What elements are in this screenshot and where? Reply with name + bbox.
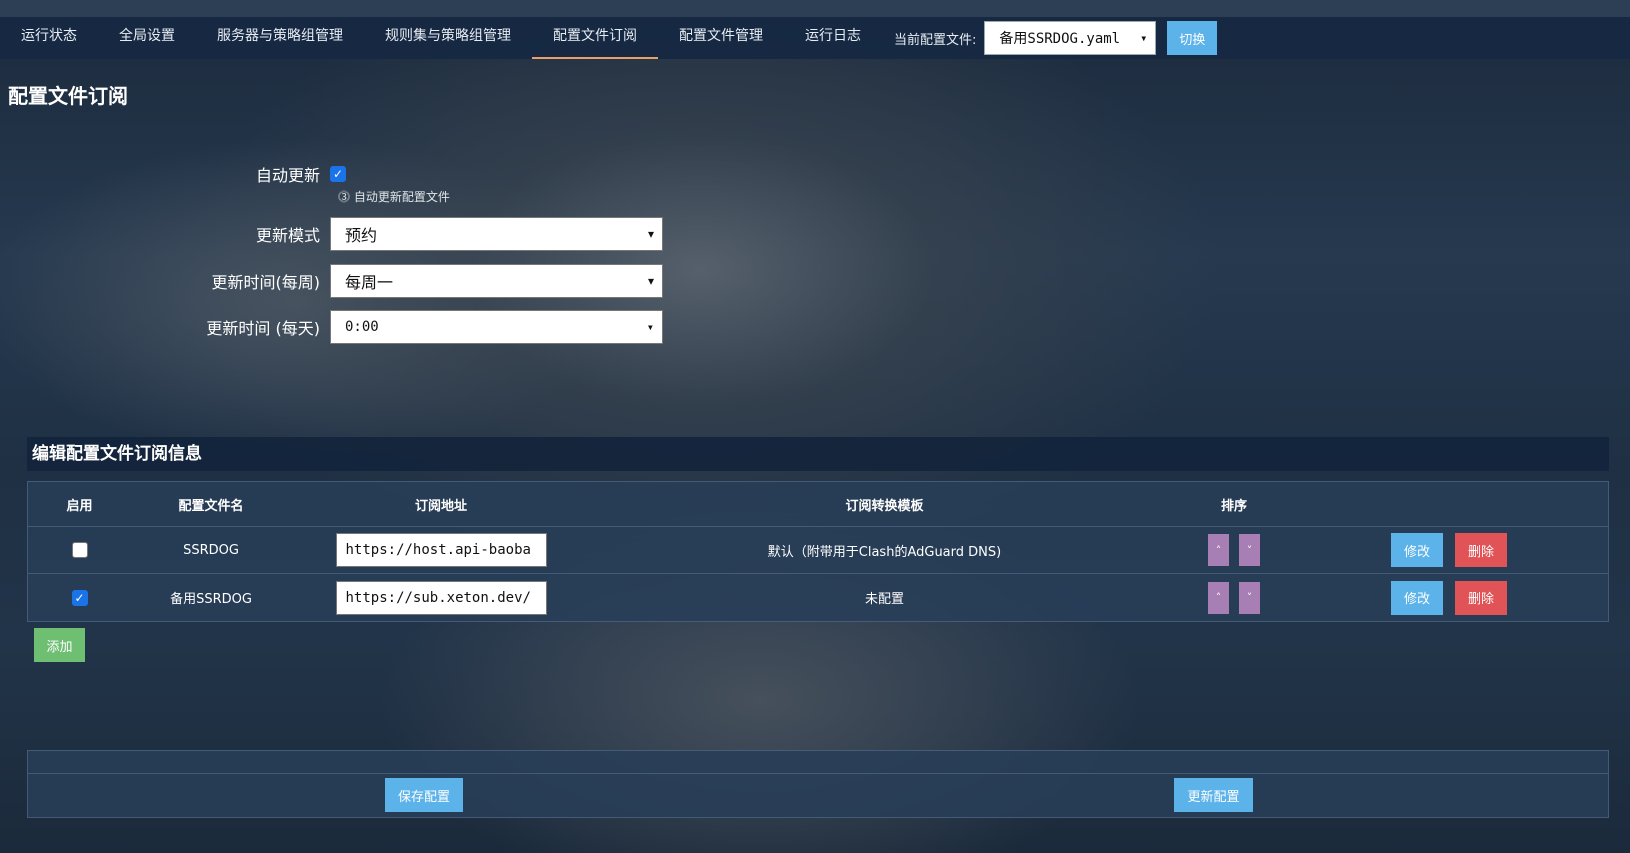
col-name: 配置文件名: [178, 498, 244, 514]
weekly-time-select[interactable]: 每周一 ▾: [330, 264, 663, 298]
sort-down-button[interactable]: ˅: [1239, 581, 1260, 614]
auto-update-row: 自动更新 ✓: [0, 162, 346, 186]
row-template: 未配置: [864, 592, 904, 607]
save-config-button[interactable]: 保存配置: [385, 778, 463, 812]
table-header: 启用 配置文件名 订阅地址 订阅转换模板 排序: [28, 482, 1608, 527]
footer-divider: [28, 751, 1608, 774]
daily-time-select[interactable]: 0:00 ▾: [330, 310, 663, 344]
row-url-input[interactable]: https://sub.xeton.dev/: [335, 580, 547, 615]
col-template: 订阅转换模板: [845, 498, 924, 514]
auto-update-hint: ⓷ 自动更新配置文件: [338, 190, 450, 204]
chevron-down-icon: ▾: [647, 227, 654, 241]
nav-tab-global-settings[interactable]: 全局设置: [98, 17, 196, 59]
sort-up-button[interactable]: ˄: [1208, 581, 1229, 614]
top-nav: 运行状态 全局设置 服务器与策略组管理 规则集与策略组管理 配置文件订阅 配置文…: [0, 17, 1630, 59]
auto-update-label: 自动更新: [255, 166, 320, 185]
row-config-name: 备用SSRDOG: [170, 592, 252, 607]
update-mode-row: 更新模式 预约 ▾: [0, 217, 663, 251]
page-title: 配置文件订阅: [8, 84, 128, 108]
table-row: SSRDOG https://host.api-baoba 默认（附带用于Cla…: [28, 527, 1608, 574]
switch-config-button[interactable]: 切换: [1167, 21, 1218, 55]
nav-tab-rules[interactable]: 规则集与策略组管理: [364, 17, 532, 59]
weekly-time-label: 更新时间(每周): [211, 273, 321, 292]
chevron-down-icon: ▾: [1140, 31, 1148, 45]
row-url-input[interactable]: https://host.api-baoba: [335, 533, 547, 567]
daily-time-row: 更新时间 (每天) 0:00 ▾: [0, 310, 663, 344]
daily-time-value: 0:00: [345, 319, 379, 335]
subscription-table: 启用 配置文件名 订阅地址 订阅转换模板 排序 SSRDOG https://h…: [27, 481, 1609, 622]
delete-button[interactable]: 删除: [1455, 580, 1507, 615]
current-config-value: 备用SSRDOG.yaml: [999, 31, 1121, 47]
add-subscription-button[interactable]: 添加: [34, 628, 85, 662]
footer-actions: 保存配置 更新配置: [27, 750, 1609, 818]
update-mode-value: 预约: [345, 226, 378, 245]
window-top-strip: [0, 0, 1630, 17]
sort-up-button[interactable]: ˄: [1208, 534, 1229, 566]
auto-update-checkbox[interactable]: ✓: [330, 166, 346, 182]
nav-tab-config-subscription[interactable]: 配置文件订阅: [532, 17, 658, 59]
row-enabled-checkbox[interactable]: ✓: [71, 589, 88, 606]
subscription-section-title: 编辑配置文件订阅信息: [27, 437, 1609, 471]
current-config-select[interactable]: 备用SSRDOG.yaml ▾: [984, 21, 1157, 55]
row-enabled-checkbox[interactable]: [71, 542, 88, 558]
table-row: ✓ 备用SSRDOG https://sub.xeton.dev/ 未配置 ˄ …: [28, 574, 1608, 621]
weekly-time-value: 每周一: [345, 273, 394, 292]
nav-tab-config-management[interactable]: 配置文件管理: [658, 17, 784, 59]
daily-time-label: 更新时间 (每天): [206, 319, 320, 338]
nav-tab-status[interactable]: 运行状态: [0, 17, 98, 59]
update-config-button[interactable]: 更新配置: [1174, 778, 1253, 812]
weekly-time-row: 更新时间(每周) 每周一 ▾: [0, 264, 663, 298]
row-config-name: SSRDOG: [183, 542, 239, 558]
row-template: 默认（附带用于Clash的AdGuard DNS): [767, 544, 1002, 560]
update-mode-label: 更新模式: [255, 226, 320, 245]
current-config-label: 当前配置文件:: [894, 32, 977, 48]
chevron-down-icon: ▾: [647, 274, 654, 288]
col-enabled: 启用: [66, 498, 93, 514]
sort-down-button[interactable]: ˅: [1239, 534, 1260, 566]
delete-button[interactable]: 删除: [1455, 533, 1507, 567]
nav-tab-logs[interactable]: 运行日志: [784, 17, 882, 59]
update-mode-select[interactable]: 预约 ▾: [330, 217, 663, 251]
nav-tab-servers[interactable]: 服务器与策略组管理: [196, 17, 364, 59]
chevron-down-icon: ▾: [646, 320, 654, 334]
col-sort: 排序: [1220, 498, 1247, 514]
edit-button[interactable]: 修改: [1391, 580, 1443, 615]
col-url: 订阅地址: [414, 498, 467, 514]
edit-button[interactable]: 修改: [1391, 533, 1443, 567]
